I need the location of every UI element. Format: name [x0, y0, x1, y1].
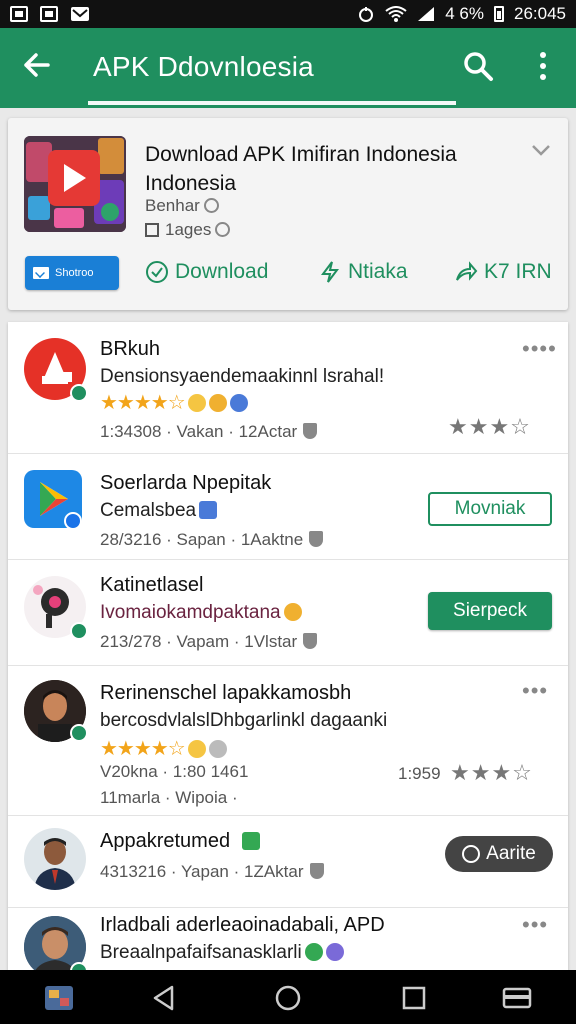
install-button[interactable]: Movniak	[428, 492, 552, 526]
rating-count: 1:959	[398, 764, 441, 783]
status-bar: 4 6% 26:045	[0, 0, 576, 28]
list-item[interactable]: Katinetlasel Ivomaiokamdpaktana 213/278 …	[8, 560, 568, 666]
app-meta: V20kna · 1:80 1461	[100, 762, 249, 781]
mail-icon	[33, 267, 49, 279]
photo-notification-icon	[40, 6, 58, 22]
shield-icon	[303, 633, 318, 649]
page-title: APK Ddovnloesia	[93, 51, 314, 82]
list-item[interactable]: Soerlarda Npepitak Cemalsbea 28/3216 · S…	[8, 454, 568, 560]
app-title: BRkuh	[100, 338, 161, 360]
rating-stars: ★★★★☆	[100, 390, 248, 415]
shield-icon	[309, 863, 324, 879]
app-list: BRkuh Densionsyaendemaakinnl lsrahal! ★★…	[8, 322, 568, 972]
emoji-icon	[325, 943, 344, 961]
chevron-down-icon[interactable]	[530, 142, 552, 158]
download-action[interactable]: Download	[145, 260, 268, 284]
back-arrow-icon[interactable]	[20, 48, 54, 82]
more-options-icon[interactable]	[530, 50, 556, 82]
home-nav-icon[interactable]	[274, 984, 302, 1012]
verified-icon	[203, 198, 219, 213]
share-action[interactable]: K7 IRN	[454, 260, 552, 284]
emoji-icon	[283, 603, 302, 621]
page-count: 1ages	[145, 220, 231, 240]
app-description: Densionsyaendemaakinnl lsrahal!	[100, 366, 385, 387]
navigation-bar	[0, 970, 576, 1024]
signal-icon	[418, 7, 435, 21]
emoji-icon	[208, 394, 227, 412]
app-meta: 1:34308 · Vakan · 12Actar	[100, 422, 318, 442]
gallery-notification-icon	[10, 6, 28, 22]
more-options-icon[interactable]: •••	[522, 912, 548, 938]
share-button[interactable]: Shotroo	[25, 256, 119, 290]
clock: 26:045	[514, 4, 566, 23]
list-item[interactable]: Appakretumed 4313216 · Yapan · 1ZAktar A…	[8, 816, 568, 908]
emoji-icon	[208, 740, 227, 758]
wifi-icon	[385, 6, 407, 22]
battery-percentage: 4 6%	[445, 4, 484, 23]
list-item[interactable]: BRkuh Densionsyaendemaakinnl lsrahal! ★★…	[8, 322, 568, 454]
app-meta: 213/278 · Vapam · 1Vlstar	[100, 632, 318, 652]
back-nav-icon[interactable]	[150, 984, 178, 1012]
open-button[interactable]: Sierpeck	[428, 592, 552, 630]
featured-app-name: Download APK Imifiran Indonesia Indonesi…	[145, 143, 457, 195]
tab-indicator	[88, 101, 456, 105]
app-description: bercosdvlalslDhbgarlinkl dagaanki	[100, 710, 388, 731]
keyboard-switch-icon[interactable]	[502, 984, 532, 1012]
secondary-action[interactable]: Ntiaka	[318, 260, 408, 284]
verified-badge-icon	[70, 724, 88, 742]
rating-stars-gray: ★★★☆	[450, 760, 533, 785]
emoji-icon	[304, 943, 323, 961]
action-button[interactable]: Aarite	[445, 836, 553, 872]
list-item[interactable]: Irladbali aderleaoinadabali, APD Breaaln…	[8, 908, 568, 972]
share-arrow-icon	[456, 261, 478, 281]
bolt-icon	[321, 261, 339, 283]
app-toolbar: APK Ddovnloesia	[0, 28, 576, 108]
app-description: Ivomaiokamdpaktana	[100, 602, 302, 624]
search-icon[interactable]	[462, 50, 494, 82]
app-title: Irladbali aderleaoinadabali, APD	[100, 914, 385, 936]
download-check-icon	[146, 261, 168, 283]
app-meta-secondary: 11marla · Wipoia ·	[100, 788, 238, 807]
app-title: Katinetlasel	[100, 574, 204, 596]
shield-icon	[303, 423, 318, 439]
developer-name: Benhar	[145, 196, 219, 216]
circle-icon	[462, 845, 481, 863]
app-title: Soerlarda Npepitak	[100, 472, 272, 494]
app-description: Cemalsbea	[100, 500, 218, 522]
alarm-icon	[359, 7, 374, 22]
app-description: Breaalnpafaifsanasklarli	[100, 942, 344, 964]
more-options-icon[interactable]: •••	[522, 678, 548, 704]
shield-icon	[309, 531, 324, 547]
emoji-icon	[187, 740, 206, 758]
more-options-icon[interactable]: ••••	[522, 336, 557, 362]
rating-stars-gray: ★★★☆	[448, 414, 531, 439]
edit-icon	[145, 223, 159, 237]
emoji-icon	[229, 394, 248, 412]
rating-stars: ★★★★☆	[100, 736, 227, 761]
emoji-icon	[187, 394, 206, 412]
status-badge-icon	[70, 622, 88, 640]
battery-icon	[494, 6, 504, 22]
list-item[interactable]: Rerinenschel lapakkamosbh bercosdvlalslD…	[8, 666, 568, 816]
app-meta: 4313216 · Yapan · 1ZAktar	[100, 862, 324, 882]
photo-icon	[199, 501, 218, 519]
app-artwork	[24, 136, 126, 232]
featured-app-card[interactable]: Download APK Imifiran Indonesia Indonesi…	[8, 118, 568, 310]
badge-icon	[64, 512, 82, 530]
recents-nav-icon[interactable]	[400, 984, 428, 1012]
app-title: Rerinenschel lapakkamosbh	[100, 682, 352, 704]
document-icon	[242, 832, 261, 850]
verified-badge-icon	[70, 384, 88, 402]
mail-notification-icon	[71, 7, 89, 21]
app-title: Appakretumed	[100, 830, 261, 853]
info-icon	[215, 222, 231, 237]
recent-app-thumbnail-icon[interactable]	[44, 984, 74, 1012]
user-avatar	[24, 828, 86, 890]
app-meta: 28/3216 · Sapan · 1Aaktne	[100, 530, 324, 550]
